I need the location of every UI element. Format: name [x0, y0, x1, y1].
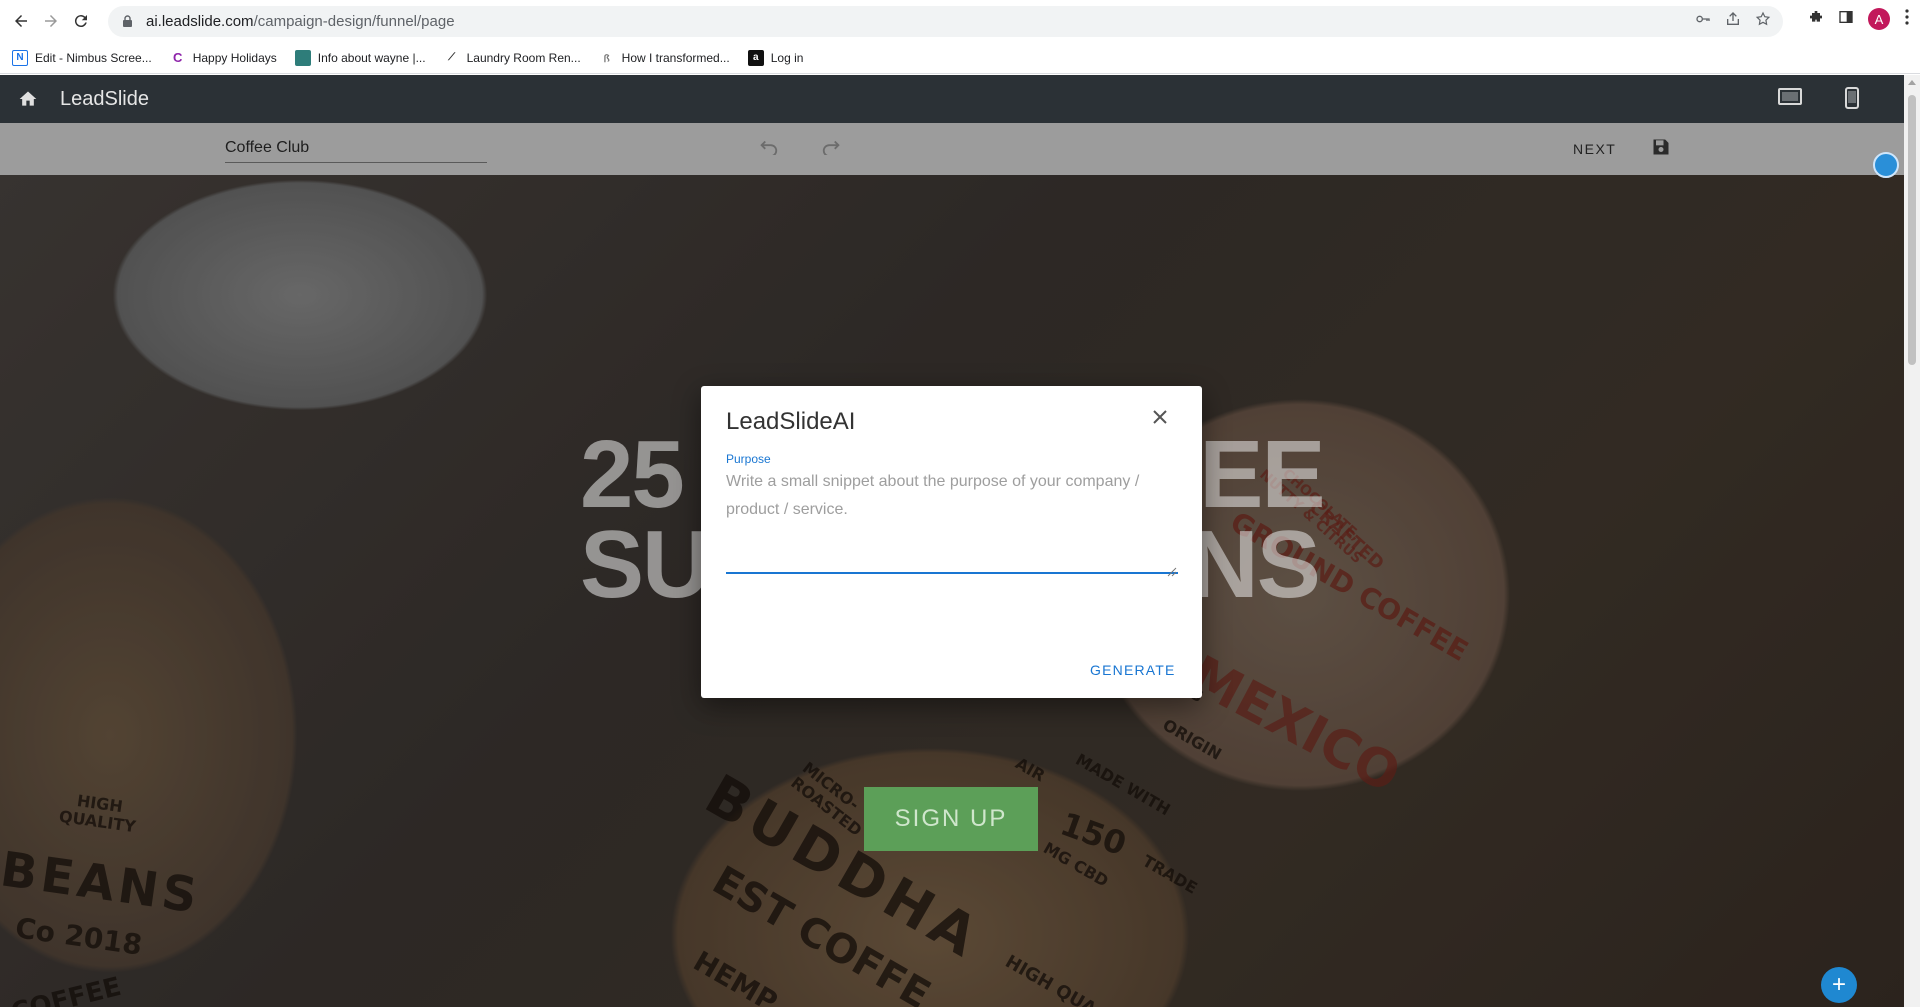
home-icon[interactable] [18, 89, 38, 109]
bookmark-item[interactable]: Info about wayne |... [294, 49, 426, 66]
add-section-button[interactable]: + [1821, 967, 1857, 1003]
signup-button[interactable]: SIGN UP [864, 787, 1038, 851]
page-title-input[interactable]: Coffee Club [225, 133, 487, 163]
redo-icon[interactable] [821, 139, 843, 160]
back-icon[interactable] [6, 6, 36, 36]
share-icon[interactable] [1725, 11, 1741, 31]
generate-button[interactable]: GENERATE [1090, 662, 1176, 678]
site-icon [294, 49, 311, 66]
forward-icon[interactable] [36, 6, 66, 36]
bookmark-label: Laundry Room Ren... [466, 50, 581, 65]
app-brand: LeadSlide [60, 87, 149, 110]
bookmark-label: Happy Holidays [192, 50, 277, 65]
editor-toolbar: Coffee Club NEXT [0, 123, 1904, 175]
bookmark-label: Info about wayne |... [317, 50, 426, 65]
bookmarks-bar: N Edit - Nimbus Scree... C Happy Holiday… [0, 42, 1920, 74]
bookmark-label: Edit - Nimbus Scree... [35, 50, 152, 65]
bookmark-item[interactable]: a Log in [747, 49, 804, 66]
browser-toolbar: ai.leadslide.com/campaign-design/funnel/… [0, 0, 1920, 42]
undo-icon[interactable] [757, 139, 779, 160]
url-host: ai.leadslide.com [146, 13, 254, 30]
assistant-icon[interactable] [1873, 152, 1899, 178]
bookmark-item[interactable]: N Edit - Nimbus Scree... [12, 49, 152, 66]
purpose-label: Purpose [726, 452, 771, 466]
profile-avatar[interactable]: A [1868, 8, 1890, 30]
reload-icon[interactable] [66, 6, 96, 36]
mobile-view-icon[interactable] [1844, 87, 1860, 114]
plus-icon: + [1831, 971, 1846, 998]
key-icon[interactable] [1695, 11, 1711, 31]
resize-grip-icon[interactable] [1167, 564, 1177, 582]
page-scrollbar[interactable] [1904, 75, 1920, 1007]
lock-icon [122, 15, 136, 29]
url-path: /campaign-design/funnel/page [253, 13, 455, 30]
brush-icon: ꟗ [598, 49, 615, 66]
canva-icon: C [169, 49, 186, 66]
purpose-textarea[interactable] [726, 468, 1178, 574]
dialog-title: LeadSlideAI [726, 408, 856, 435]
nimbus-icon: N [12, 49, 28, 66]
address-bar[interactable]: ai.leadslide.com/campaign-design/funnel/… [108, 6, 1783, 37]
star-icon[interactable] [1755, 11, 1771, 31]
desktop-view-icon[interactable] [1778, 87, 1802, 114]
menu-kebab-icon[interactable] [1904, 8, 1910, 30]
bookmark-item[interactable]: ꟗ How I transformed... [598, 49, 730, 66]
save-icon[interactable] [1651, 137, 1671, 162]
close-icon[interactable] [1149, 406, 1171, 428]
bookmark-label: Log in [770, 50, 804, 65]
bookmark-item[interactable]: ⟋ Laundry Room Ren... [443, 49, 581, 66]
app-header: LeadSlide [0, 75, 1904, 123]
scroll-up-icon[interactable] [1908, 80, 1916, 85]
extensions-icon[interactable] [1808, 9, 1824, 30]
amazon-icon: a [747, 49, 764, 66]
leaf-icon: ⟋ [443, 49, 460, 66]
side-panel-icon[interactable] [1838, 9, 1854, 30]
next-button[interactable]: NEXT [1573, 141, 1616, 157]
leadslideai-dialog: LeadSlideAI Purpose GENERATE [701, 386, 1202, 698]
bookmark-label: How I transformed... [621, 50, 730, 65]
bookmark-item[interactable]: C Happy Holidays [169, 49, 277, 66]
scroll-thumb[interactable] [1908, 95, 1916, 365]
